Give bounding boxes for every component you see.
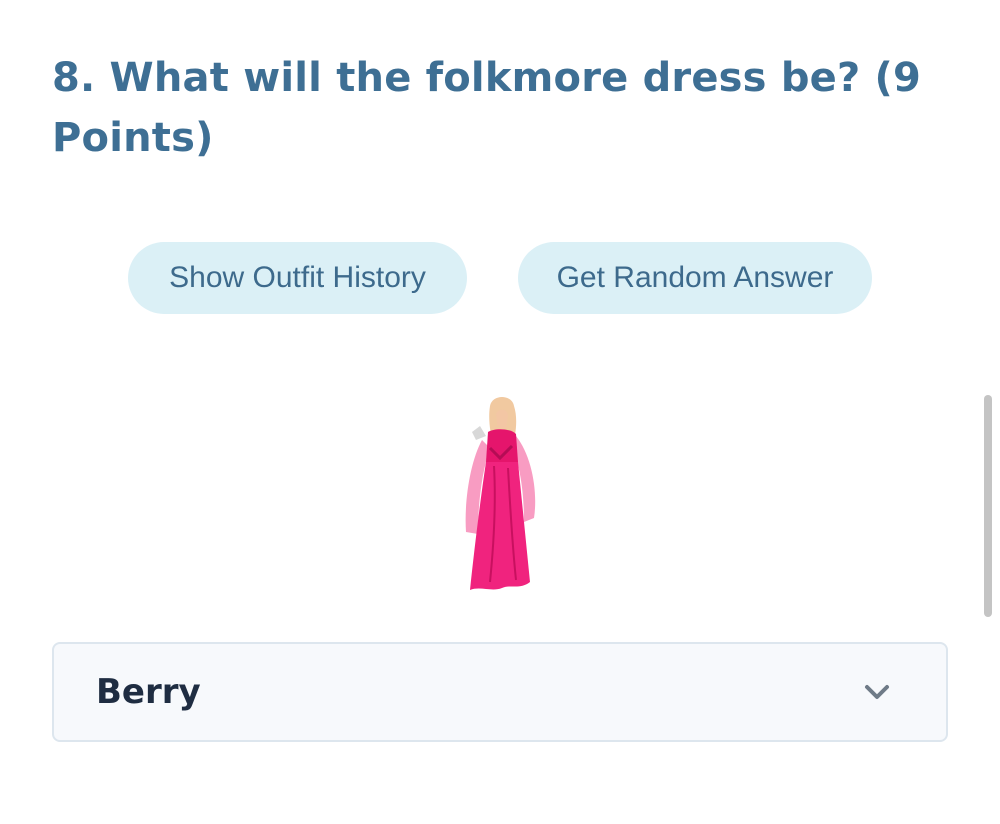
answer-dropdown-value: Berry [96, 672, 201, 712]
scrollbar-thumb[interactable] [984, 395, 992, 617]
page: 8. What will the folkmore dress be? (9 P… [0, 0, 1000, 824]
dress-figure-illustration [465, 397, 536, 590]
answer-dropdown[interactable]: Berry [52, 642, 948, 742]
question-title: 8. What will the folkmore dress be? (9 P… [52, 55, 922, 161]
outfit-preview-image [460, 392, 544, 596]
show-outfit-history-button[interactable]: Show Outfit History [128, 242, 467, 314]
get-random-answer-button[interactable]: Get Random Answer [518, 242, 872, 314]
chevron-down-icon [862, 680, 892, 704]
